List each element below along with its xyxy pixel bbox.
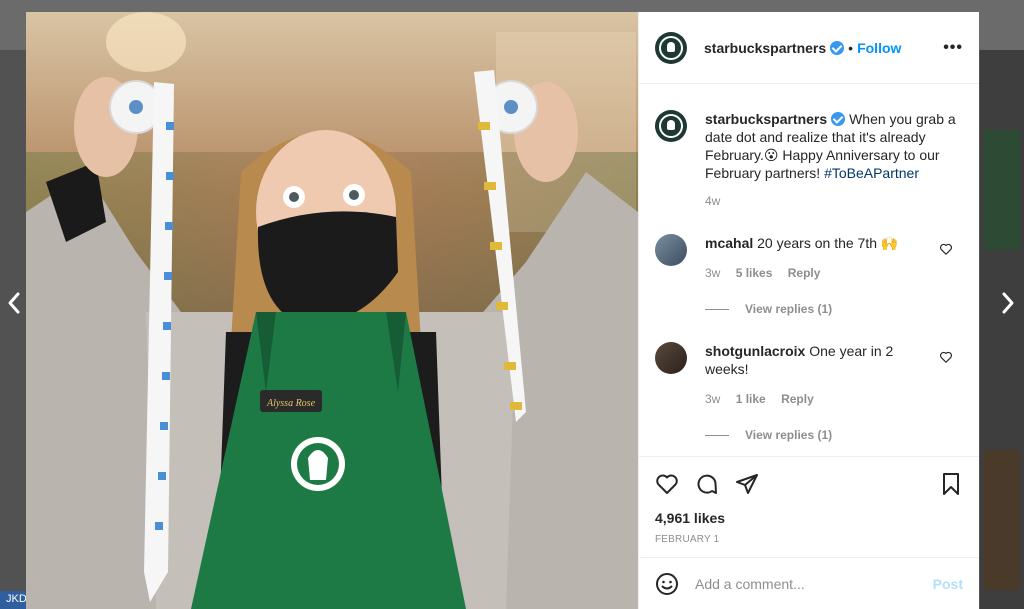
reply-button[interactable]: Reply — [781, 392, 814, 406]
comment-item: shotgunlacroix One year in 2 weeks! 3w 1… — [655, 342, 963, 408]
post-header: starbuckspartners • Follow ••• — [639, 12, 979, 84]
bookmark-icon[interactable] — [939, 472, 963, 496]
post-date: FEBRUARY 1 — [655, 534, 720, 545]
post-details-panel: starbuckspartners • Follow ••• starbucks… — [638, 12, 979, 609]
comments-list[interactable]: starbuckspartners When you grab a date d… — [639, 84, 979, 456]
avatar[interactable] — [655, 234, 687, 266]
comment-timestamp: 3w — [705, 392, 721, 406]
hashtag-link[interactable]: #ToBeAPartner — [824, 165, 919, 181]
likes-count[interactable]: 4,961 likes — [639, 510, 979, 526]
avatar[interactable] — [655, 31, 687, 64]
verified-icon — [831, 112, 846, 126]
reply-button[interactable]: Reply — [788, 266, 821, 280]
apron-name-tag: Alyssa Rose — [266, 398, 316, 409]
starbucks-logo-icon — [659, 114, 683, 138]
emoji-icon[interactable] — [655, 572, 679, 596]
post-actions — [639, 456, 979, 510]
post-modal: Alyssa Rose starbuckspartners • Follow •… — [26, 12, 979, 609]
caption-timestamp: 4w — [705, 194, 721, 208]
comment-icon[interactable] — [695, 472, 719, 496]
avatar[interactable] — [655, 342, 687, 374]
comment-username[interactable]: mcahal — [705, 235, 753, 251]
avatar[interactable] — [655, 110, 687, 142]
add-comment-bar: Post — [639, 557, 979, 609]
view-replies-label: View replies (1) — [745, 302, 833, 316]
comment-item: mcahal 20 years on the 7th 🙌 3w 5 likes … — [655, 234, 963, 282]
heart-icon[interactable] — [655, 472, 679, 496]
photo-illustration: Alyssa Rose — [26, 70, 638, 609]
caption-username[interactable]: starbuckspartners — [705, 111, 827, 127]
share-icon[interactable] — [735, 472, 759, 496]
comment-timestamp: 3w — [705, 266, 721, 280]
starbucks-logo-icon — [659, 35, 683, 60]
replies-divider — [705, 434, 729, 436]
view-replies-label: View replies (1) — [745, 428, 833, 442]
comment-input[interactable] — [695, 575, 933, 592]
chevron-right-icon — [1002, 292, 1014, 314]
post-photo[interactable]: Alyssa Rose — [26, 12, 638, 609]
chevron-left-icon — [8, 292, 20, 314]
follow-button[interactable]: Follow — [857, 40, 901, 56]
view-replies-button[interactable]: View replies (1) — [705, 428, 963, 442]
caption-text: starbuckspartners When you grab a date d… — [705, 110, 960, 182]
more-options-button[interactable]: ••• — [943, 39, 963, 57]
post-comment-button[interactable]: Post — [933, 576, 963, 592]
heart-icon[interactable] — [939, 242, 953, 256]
next-post-button[interactable] — [998, 288, 1018, 318]
background-thumbnail — [984, 130, 1020, 250]
background-thumbnail — [984, 450, 1020, 590]
view-replies-button[interactable]: View replies (1) — [705, 302, 963, 316]
comment-likes[interactable]: 1 like — [736, 392, 766, 406]
post-username[interactable]: starbuckspartners — [704, 40, 826, 56]
background-grid — [980, 50, 1024, 609]
heart-icon[interactable] — [939, 350, 953, 364]
comment-text: 20 years on the 7th 🙌 — [757, 235, 899, 251]
comment-likes[interactable]: 5 likes — [736, 266, 773, 280]
post-caption: starbuckspartners When you grab a date d… — [655, 110, 963, 182]
comment-username[interactable]: shotgunlacroix — [705, 343, 805, 359]
verified-icon — [830, 40, 845, 55]
replies-divider — [705, 308, 729, 310]
separator-dot: • — [848, 39, 854, 56]
previous-post-button[interactable] — [4, 288, 24, 318]
